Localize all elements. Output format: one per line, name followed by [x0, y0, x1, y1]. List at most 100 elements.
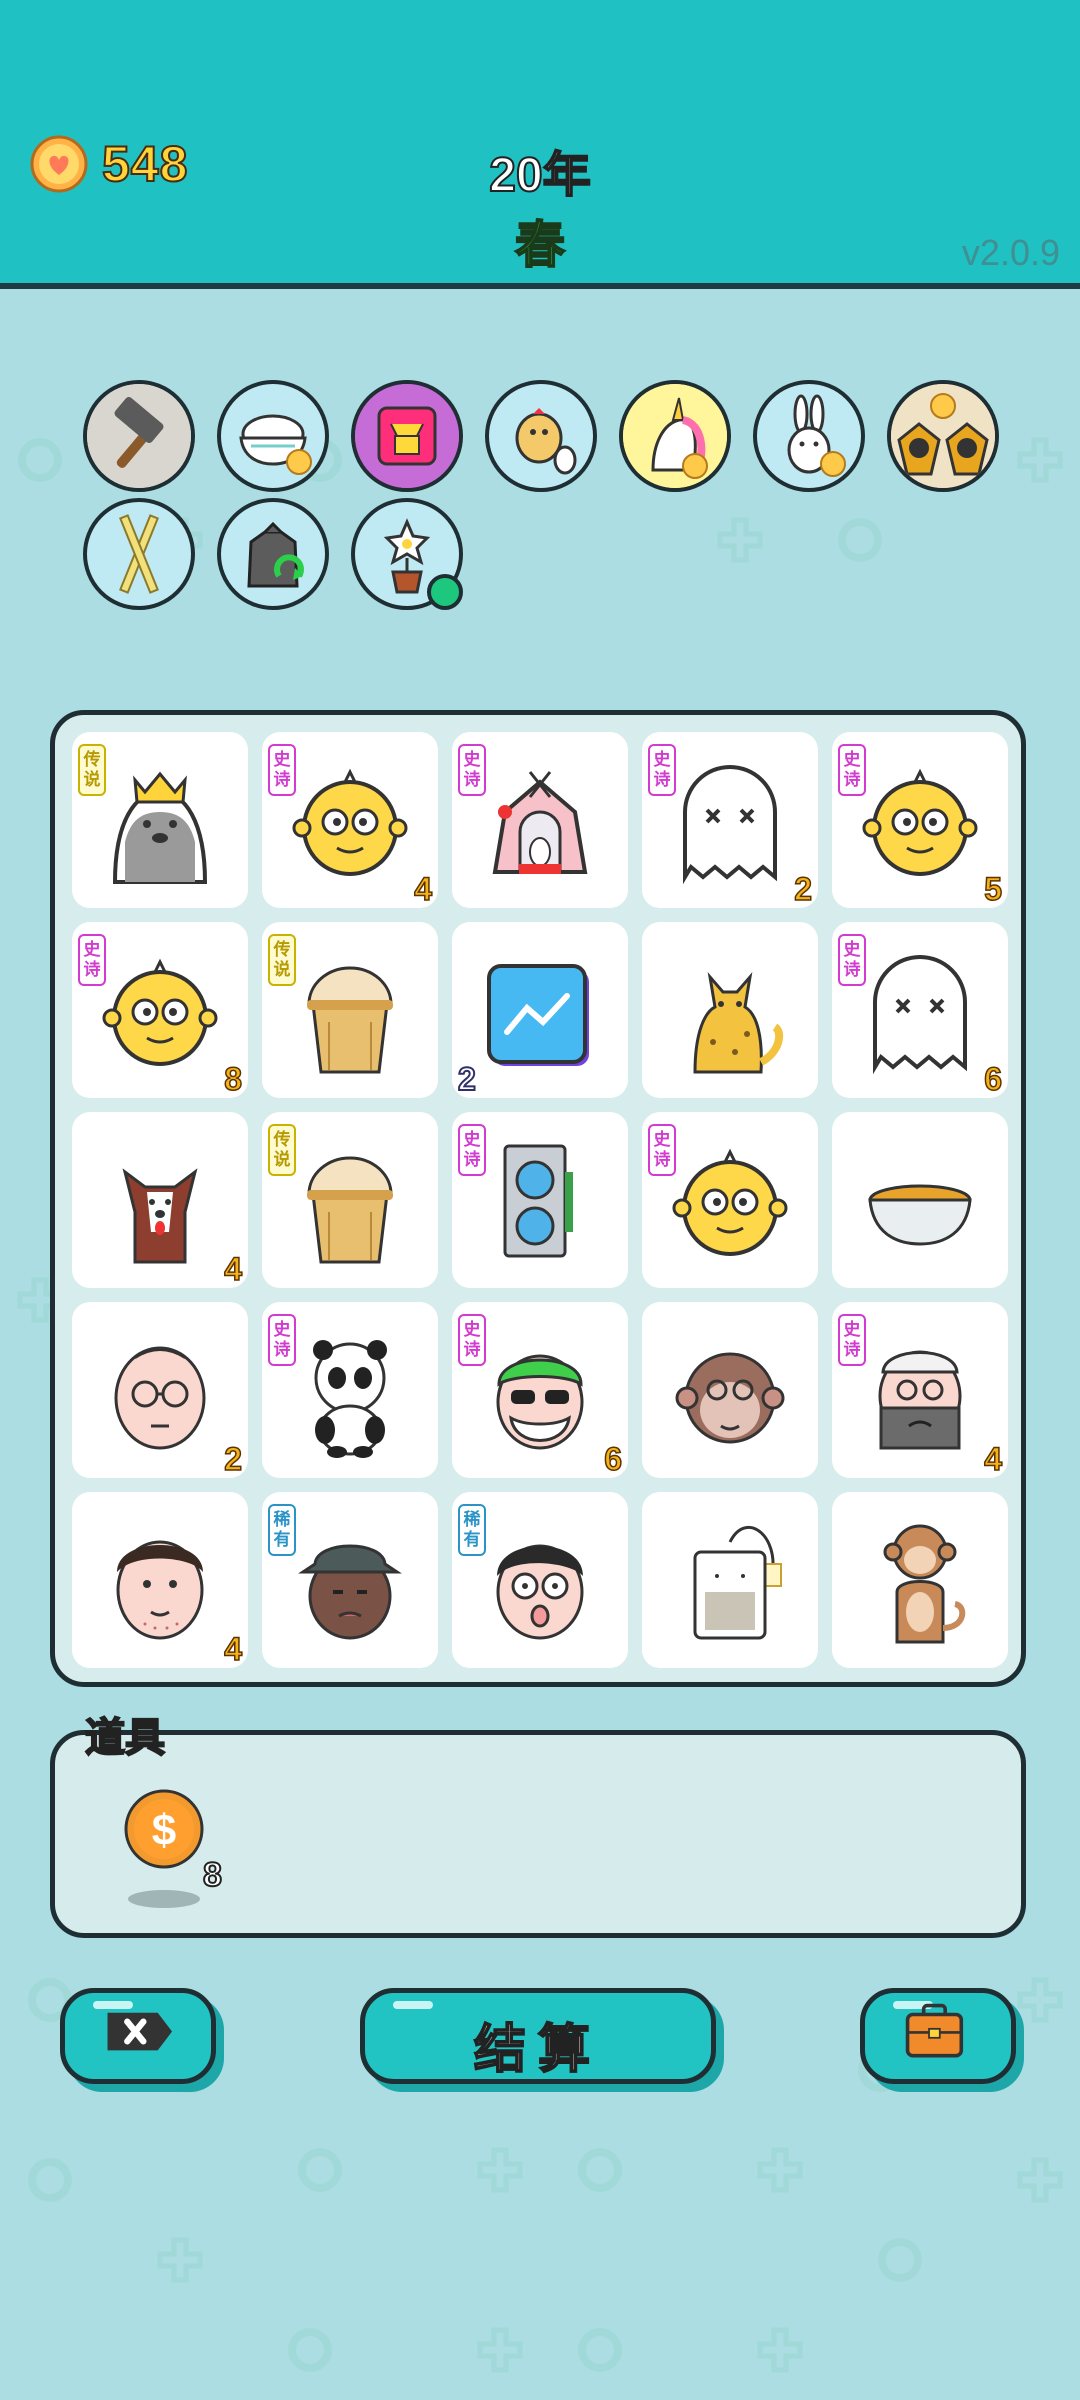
tool-bunny[interactable]: [753, 380, 865, 492]
glasses-boy-icon: [496, 1544, 584, 1640]
board-cell-ghost[interactable]: 史诗 6: [832, 922, 1008, 1098]
tool-chick-egg[interactable]: [485, 380, 597, 492]
rarity-tag-epic: 史诗: [78, 934, 106, 986]
board-cell-stubble-man[interactable]: 4: [72, 1492, 248, 1668]
items-title: 道具: [84, 1715, 166, 1761]
cell-count: 4: [413, 870, 432, 908]
rarity-tag-epic: 史诗: [648, 1124, 676, 1176]
tea-bag-icon: [693, 1525, 782, 1640]
board-cell-monkey-face[interactable]: [642, 1302, 818, 1478]
monkey-face-icon: [675, 1352, 785, 1444]
board-cell-tea-bag[interactable]: [642, 1492, 818, 1668]
stock-chart-app-icon: [487, 964, 589, 1066]
board-cell-ghost[interactable]: 史诗 2: [642, 732, 818, 908]
cell-count: 4: [983, 1440, 1002, 1478]
tool-owls[interactable]: [887, 380, 999, 492]
recycle-bag-icon: [247, 521, 304, 588]
exit-button[interactable]: [60, 1988, 216, 2084]
board-cell-cat-house[interactable]: 史诗: [452, 732, 628, 908]
board-cell-leopard-cat[interactable]: [642, 922, 818, 1098]
graphics-card-icon: [503, 1144, 573, 1258]
cell-count: 2: [793, 870, 812, 908]
settle-button-label: 结算: [473, 2020, 602, 2080]
ghost-icon: [873, 955, 967, 1075]
board-cell-bald-man[interactable]: 2: [72, 1302, 248, 1478]
cell-count: 2: [457, 1060, 477, 1098]
item-count: 8: [202, 1855, 223, 1895]
hammer-icon: [87, 384, 191, 488]
board-cell-milk-tea-cup[interactable]: 传说: [262, 922, 438, 1098]
cell-count: 8: [223, 1060, 242, 1098]
rarity-tag-epic: 史诗: [458, 744, 486, 796]
settle-button[interactable]: 结算: [360, 1988, 716, 2084]
tool-bull-card[interactable]: [351, 380, 463, 492]
svg-text:$: $: [152, 1806, 176, 1855]
board-cell-brown-dog[interactable]: 4: [72, 1112, 248, 1288]
owls-icon: [891, 384, 995, 488]
yellow-chick-face-icon: [672, 1148, 788, 1256]
board-cell-bucket-hat-man[interactable]: 稀有: [262, 1492, 438, 1668]
monkey-icon: [883, 1524, 966, 1644]
bald-man-icon: [114, 1346, 206, 1450]
item-shadow: [128, 1890, 200, 1908]
board-cell-panda[interactable]: 史诗: [262, 1302, 438, 1478]
husky-king-icon: [112, 771, 208, 884]
yellow-chick-face-icon: [292, 768, 408, 876]
cat-house-icon: [492, 771, 588, 874]
rarity-tag-legend: 传说: [78, 744, 106, 796]
board-cell-green-hair-grandpa[interactable]: 史诗 6: [452, 1302, 628, 1478]
tool-recycle-bag[interactable]: [217, 498, 329, 610]
board-cell-soup-bowl[interactable]: [832, 1112, 1008, 1288]
rarity-tag-epic: 史诗: [458, 1124, 486, 1176]
board-cell-yellow-chick-face[interactable]: 史诗: [642, 1112, 818, 1288]
board-cell-monkey[interactable]: [832, 1492, 1008, 1668]
rarity-tag-epic: 史诗: [838, 1314, 866, 1366]
board-cell-yellow-chick-face[interactable]: 史诗 5: [832, 732, 1008, 908]
green-hair-grandpa-icon: [496, 1354, 584, 1450]
stubble-man-icon: [116, 1540, 204, 1640]
crossed-sticks-icon: [119, 514, 159, 594]
cell-count: 5: [983, 870, 1002, 908]
board-cell-husky-king[interactable]: 传说: [72, 732, 248, 908]
board-cell-glasses-boy[interactable]: 稀有: [452, 1492, 628, 1668]
ghost-icon: [683, 765, 777, 885]
cell-count: 2: [223, 1440, 242, 1478]
board-cell-graphics-card[interactable]: 史诗: [452, 1112, 628, 1288]
bucket-hat-man-icon: [298, 1544, 402, 1640]
bag-button[interactable]: [860, 1988, 1016, 2084]
unicorn-icon: [623, 384, 727, 488]
rarity-tag-legend: 传说: [268, 1124, 296, 1176]
bull-card-icon: [355, 384, 459, 488]
board-cell-stock-chart-app[interactable]: 2: [452, 922, 628, 1098]
top-bar: 548 20年 春 v2.0.9: [0, 0, 1080, 289]
cell-count: 4: [223, 1250, 242, 1288]
cell-count: 6: [603, 1440, 622, 1478]
leopard-cat-icon: [693, 971, 784, 1074]
rarity-tag-epic: 史诗: [458, 1314, 486, 1366]
rarity-tag-epic: 史诗: [268, 744, 296, 796]
board-cell-yellow-chick-face[interactable]: 史诗 4: [262, 732, 438, 908]
tool-rice-bowl[interactable]: [217, 380, 329, 492]
rarity-tag-rare: 稀有: [458, 1504, 486, 1556]
tool-unicorn[interactable]: [619, 380, 731, 492]
tool-crossed-sticks[interactable]: [83, 498, 195, 610]
board-cell-masked-man[interactable]: 史诗 4: [832, 1302, 1008, 1478]
version-label: v2.0.9: [961, 232, 1060, 273]
cell-count: 6: [983, 1060, 1002, 1098]
board-cell-yellow-chick-face[interactable]: 史诗 8: [72, 922, 248, 1098]
board-cell-milk-tea-cup[interactable]: 传说: [262, 1112, 438, 1288]
rarity-tag-epic: 史诗: [838, 934, 866, 986]
yellow-chick-face-icon: [862, 768, 978, 876]
soup-bowl-icon: [868, 1184, 972, 1246]
brown-dog-icon: [122, 1168, 198, 1264]
rice-bowl-icon: [239, 414, 312, 475]
briefcase-icon: [905, 2003, 964, 2058]
active-status-dot: [427, 574, 463, 610]
year-label: 20年: [488, 148, 591, 203]
rarity-tag-rare: 稀有: [268, 1504, 296, 1556]
panda-icon: [313, 1340, 387, 1458]
tool-hammer[interactable]: [83, 380, 195, 492]
chick-egg-icon: [515, 408, 577, 475]
dollar-coin-icon[interactable]: $: [122, 1787, 206, 1871]
bunny-icon: [787, 394, 846, 477]
